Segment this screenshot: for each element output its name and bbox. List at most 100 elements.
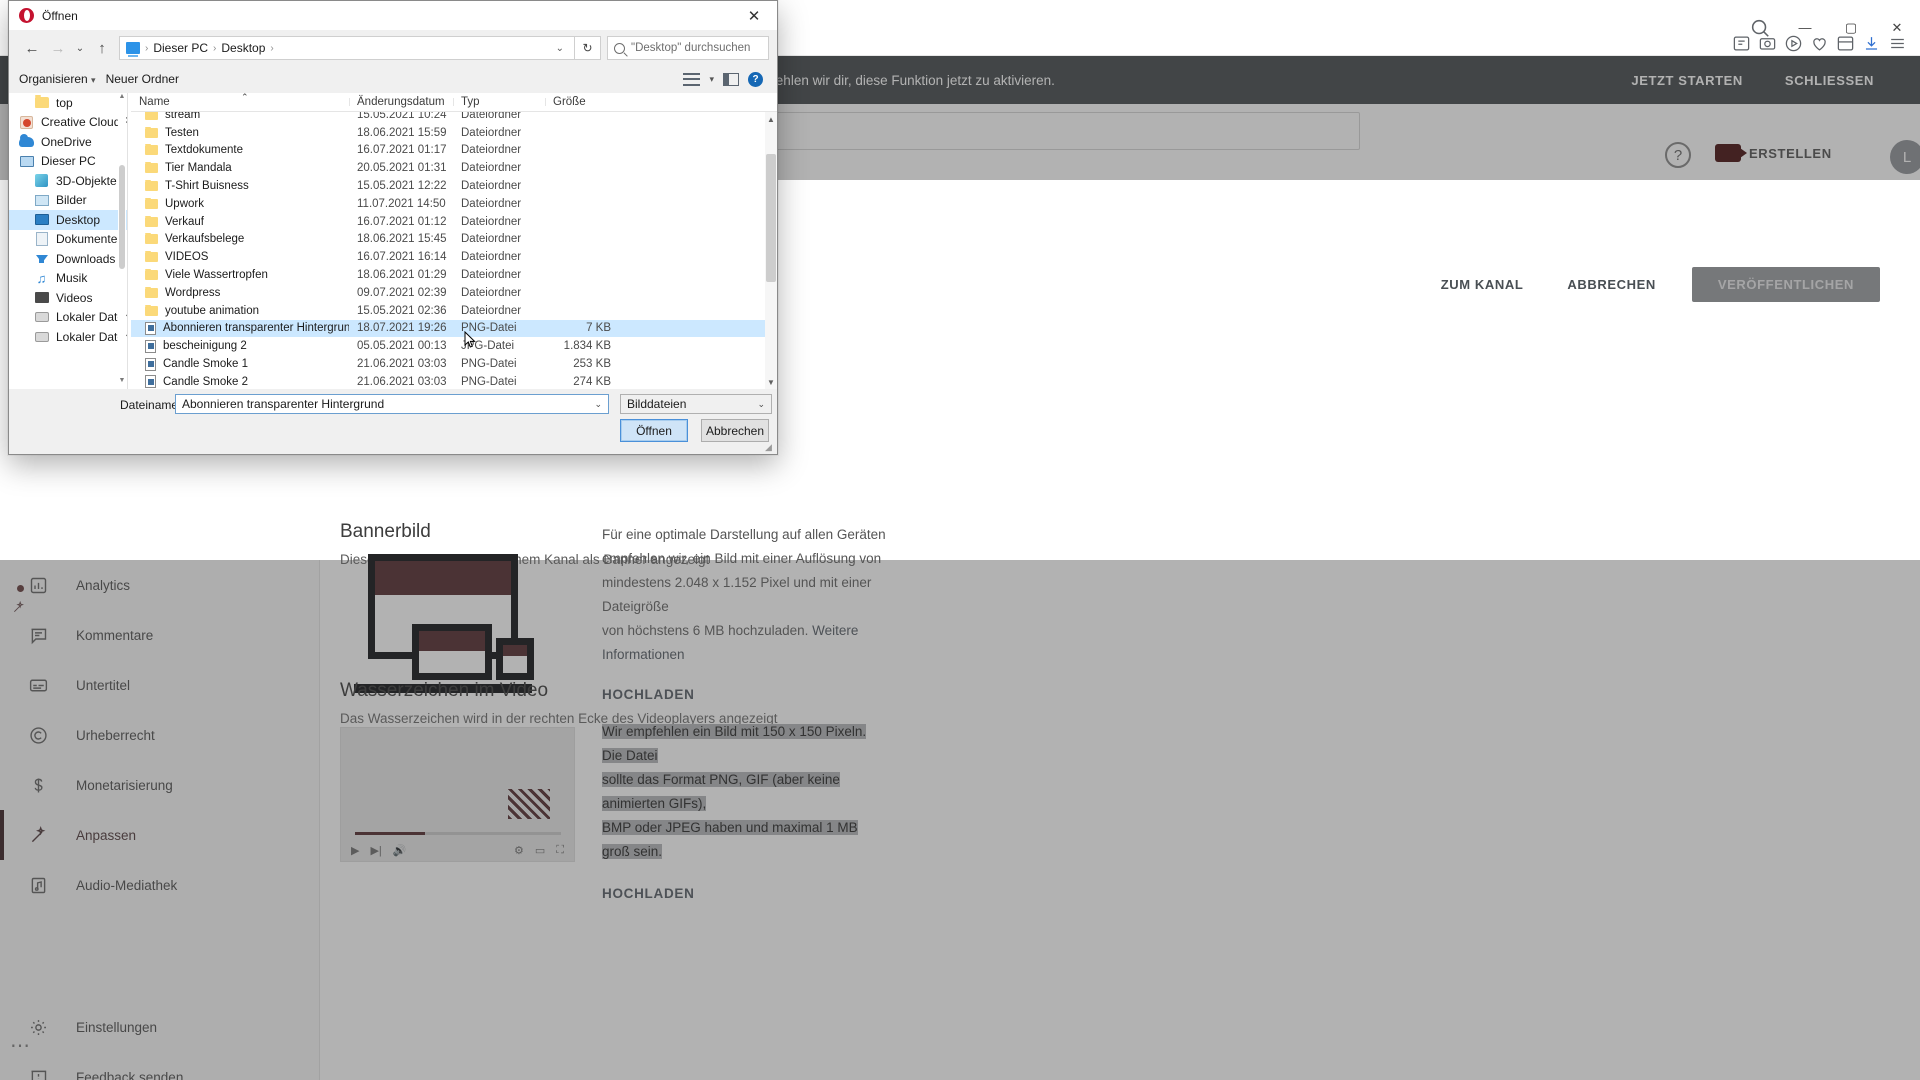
table-row[interactable]: bescheinigung 2 05.05.2021 00:13 JPG-Datei…	[131, 337, 765, 355]
open-button[interactable]: Öffnen	[620, 419, 688, 442]
heart-icon[interactable]	[1810, 34, 1832, 56]
table-row[interactable]: T-Shirt Buisness 15.05.2021 12:22 Dateiord…	[131, 177, 765, 195]
table-row[interactable]: Verkaufsbelege 18.06.2021 15:45 Dateiordne…	[131, 231, 765, 249]
publish-button[interactable]: VERÖFFENTLICHEN	[1691, 266, 1880, 302]
nav-item-dokumente[interactable]: Dokumente	[9, 230, 127, 250]
table-row[interactable]: VIDEOS 16.07.2021 16:14 Dateiordner	[131, 248, 765, 266]
up-button[interactable]: ↑	[89, 35, 115, 61]
nav-item-bilder[interactable]: Bilder	[9, 191, 127, 211]
nav-item-onedrive[interactable]: OneDrive	[9, 132, 127, 152]
nav-item-lokaler-datentr[interactable]: Lokaler Datenträ	[9, 308, 127, 328]
back-button[interactable]: ←	[19, 35, 45, 61]
column-header-date[interactable]: Änderungsdatum	[349, 96, 453, 108]
close-notice-button[interactable]: SCHLIESSEN	[1785, 73, 1874, 88]
dialog-close-button[interactable]: ✕	[731, 1, 777, 31]
go-to-channel-button[interactable]: ZUM KANAL	[1419, 277, 1546, 292]
help-icon[interactable]: ?	[748, 71, 763, 87]
nav-item-label: Videos	[56, 290, 93, 305]
resize-grip[interactable]: ◢	[765, 442, 775, 452]
start-now-button[interactable]: JETZT STARTEN	[1631, 73, 1743, 88]
nav-item-dieser-pc[interactable]: Dieser PC	[9, 152, 127, 172]
breadcrumb-item-desktop[interactable]: Desktop	[221, 41, 265, 55]
nav-scroll-up-icon[interactable]: ▲	[118, 93, 126, 105]
breadcrumb-dropdown-icon[interactable]: ⌄	[550, 43, 570, 54]
refresh-button[interactable]: ↻	[575, 36, 601, 60]
cancel-button[interactable]: ABBRECHEN	[1545, 277, 1677, 292]
nav-item-videos[interactable]: Videos	[9, 288, 127, 308]
watermark-upload-button[interactable]: HOCHLADEN	[602, 886, 882, 901]
list-scroll-up-icon[interactable]: ▲	[765, 112, 777, 126]
breadcrumb-item-dieser-pc[interactable]: Dieser PC	[153, 41, 208, 55]
sidebar-item-feedback[interactable]: Feedback senden	[0, 1052, 319, 1080]
create-button[interactable]: ERSTELLEN	[1715, 144, 1832, 162]
table-row[interactable]: Upwork 11.07.2021 14:50 Dateiordner	[131, 195, 765, 213]
workspace-icon[interactable]	[1836, 34, 1858, 56]
table-row[interactable]: Wordpress 09.07.2021 02:39 Dateiordner	[131, 284, 765, 302]
nav-item-musik[interactable]: ♫ Musik	[9, 269, 127, 289]
nav-item-creative-cloud-fil[interactable]: Creative Cloud Fil	[9, 113, 127, 133]
column-header-type[interactable]: Typ	[453, 96, 545, 108]
studio-search-input[interactable]	[700, 112, 1360, 150]
sidebar-item-monetization[interactable]: Monetarisierung	[0, 760, 319, 810]
preview-pane-icon[interactable]	[723, 72, 739, 86]
sidebar-item-copyright[interactable]: Urheberrecht	[0, 710, 319, 760]
camera-icon[interactable]	[1758, 34, 1780, 56]
organize-button[interactable]: Organisieren ▾	[19, 72, 106, 86]
view-layout-icon[interactable]	[683, 72, 701, 86]
nav-item-label: Lokaler Datenträ	[56, 310, 127, 325]
filetype-dropdown-icon[interactable]: ⌄	[757, 399, 765, 410]
sidebar-more-icon[interactable]: ⋯	[10, 1033, 32, 1058]
nav-item-top[interactable]: top	[9, 93, 127, 113]
player-icon[interactable]	[1784, 34, 1806, 56]
avatar[interactable]: L	[1890, 140, 1920, 174]
nav-item-downloads[interactable]: Downloads	[9, 249, 127, 269]
table-row[interactable]: Candle Smoke 1 21.06.2021 03:03 PNG-Datei 2…	[131, 355, 765, 373]
breadcrumb[interactable]: › Dieser PC › Desktop › ⌄	[119, 36, 575, 60]
nav-scroll-down-icon[interactable]: ▼	[118, 377, 126, 389]
table-row[interactable]: Abonnieren transparenter Hintergrund 18.0…	[131, 319, 765, 338]
dialog-search-box[interactable]: "Desktop" durchsuchen	[607, 36, 769, 60]
recent-locations-button[interactable]: ⌄	[71, 35, 89, 61]
table-row[interactable]: Textdokumente 16.07.2021 01:17 Dateiordner	[131, 142, 765, 160]
table-row[interactable]: Candle Smoke 2 21.06.2021 03:03 PNG-Datei 2…	[131, 373, 765, 389]
filetype-select[interactable]: Bilddateien ⌄	[620, 394, 772, 414]
snapshot-icon[interactable]	[1732, 34, 1754, 56]
table-row[interactable]: youtube animation 15.05.2021 02:36 Dateior…	[131, 302, 765, 320]
pictures-icon	[34, 193, 49, 208]
menu-icon[interactable]	[1888, 34, 1910, 56]
cell-name: Candle Smoke 2	[131, 375, 349, 389]
file-name: T-Shirt Buisness	[165, 180, 249, 193]
nav-item-lokaler-datentr[interactable]: Lokaler Datenträ	[9, 327, 127, 347]
new-folder-button[interactable]: Neuer Ordner	[106, 72, 189, 86]
list-scroll-down-icon[interactable]: ▼	[765, 375, 777, 389]
sidebar-item-analytics[interactable]: Analytics	[0, 560, 319, 610]
sidebar-label: Analytics	[76, 577, 131, 593]
sidebar-item-anpassen[interactable]: Anpassen	[0, 810, 319, 860]
cancel-button[interactable]: Abbrechen	[701, 419, 769, 442]
column-header-name[interactable]: Name	[131, 96, 349, 108]
column-header-size[interactable]: Größe	[545, 96, 617, 108]
sidebar-item-subtitles[interactable]: Untertitel	[0, 660, 319, 710]
filename-dropdown-icon[interactable]: ⌄	[594, 399, 602, 410]
table-row[interactable]: stream 15.05.2021 10:24 Dateiordner	[131, 112, 765, 124]
nav-scrollbar[interactable]: ▲ ▼	[118, 93, 126, 389]
file-type: Dateiordner	[461, 144, 522, 157]
download-icon[interactable]	[1862, 34, 1884, 56]
file-list-scrollbar[interactable]: ▲ ▼	[765, 112, 777, 389]
documents-icon	[34, 232, 49, 247]
nav-scroll-thumb[interactable]	[119, 165, 125, 269]
view-chevron-down-icon[interactable]: ▾	[709, 74, 714, 85]
table-row[interactable]: Verkauf 16.07.2021 01:12 Dateiordner	[131, 213, 765, 231]
table-row[interactable]: Viele Wassertropfen 18.06.2021 01:29 Datei…	[131, 266, 765, 284]
table-row[interactable]: Testen 18.06.2021 15:59 Dateiordner	[131, 124, 765, 142]
sidebar-item-comments[interactable]: Kommentare	[0, 610, 319, 660]
sidebar-item-audio-library[interactable]: Audio-Mediathek	[0, 860, 319, 910]
file-date: 21.06.2021 03:03	[357, 358, 447, 371]
table-row[interactable]: Tier Mandala 20.05.2021 01:31 Dateiordner	[131, 159, 765, 177]
nav-item-desktop[interactable]: Desktop	[9, 210, 127, 230]
list-scroll-thumb[interactable]	[766, 154, 776, 282]
help-icon[interactable]: ?	[1665, 142, 1691, 168]
sidebar-item-settings[interactable]: Einstellungen	[0, 1002, 319, 1052]
filename-input[interactable]: Abonnieren transparenter Hintergrund ⌄	[175, 394, 609, 414]
nav-item-3d-objekte[interactable]: 3D-Objekte	[9, 171, 127, 191]
